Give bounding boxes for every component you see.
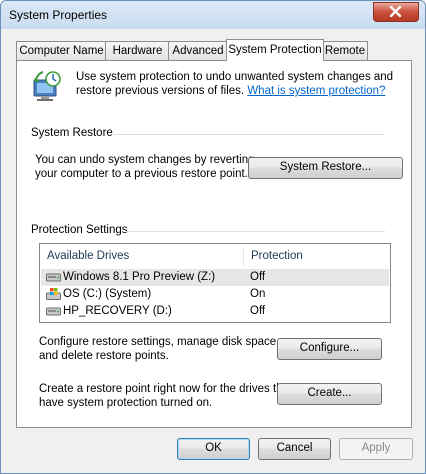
drive-name: HP_RECOVERY (D:) — [63, 305, 172, 317]
intro-text-line2-text: restore previous versions of files. — [76, 85, 245, 97]
create-button[interactable]: Create... — [277, 383, 382, 405]
tab-hardware[interactable]: Hardware — [105, 41, 170, 60]
drive-protection-status: On — [250, 288, 266, 300]
tab-advanced[interactable]: Advanced — [168, 41, 228, 60]
what-is-system-protection-link[interactable]: What is system protection? — [247, 85, 385, 97]
drive-row[interactable]: OS (C:) (System) On — [41, 286, 389, 303]
drive-protection-status: Off — [250, 305, 266, 317]
cancel-button[interactable]: Cancel — [258, 438, 331, 460]
drive-icon — [46, 307, 61, 316]
system-restore-desc-line2: your computer to a previous restore poin… — [35, 168, 248, 180]
title-bar[interactable]: System Properties — [1, 1, 425, 29]
protection-settings-heading: Protection Settings — [31, 224, 128, 236]
configure-desc-line2: and delete restore points. — [39, 350, 169, 362]
system-restore-desc-line1: You can undo system changes by reverting — [35, 154, 255, 166]
window-title: System Properties — [9, 8, 108, 22]
drive-row[interactable]: Windows 8.1 Pro Preview (Z:) Off — [41, 269, 389, 286]
tab-system-protection[interactable]: System Protection — [226, 39, 324, 61]
drive-icon — [46, 273, 61, 282]
drive-protection-status: Off — [250, 271, 266, 283]
tab-computer-name[interactable]: Computer Name — [16, 41, 107, 60]
protection-settings-divider — [126, 231, 385, 232]
configure-button[interactable]: Configure... — [277, 338, 382, 360]
system-protection-icon — [33, 71, 61, 101]
ok-button[interactable]: OK — [177, 438, 250, 460]
column-header-protection[interactable]: Protection — [244, 244, 391, 268]
intro-text-line2: restore previous versions of files. What… — [76, 85, 385, 97]
create-desc-line2: have system protection turned on. — [39, 397, 213, 409]
configure-desc-line1: Configure restore settings, manage disk … — [39, 336, 280, 348]
system-restore-heading: System Restore — [31, 127, 113, 139]
system-properties-window: System Properties Computer Name Hardware… — [0, 0, 426, 474]
tab-remote[interactable]: Remote — [322, 41, 368, 60]
system-restore-button[interactable]: System Restore... — [248, 157, 403, 179]
drive-row[interactable]: HP_RECOVERY (D:) Off — [41, 303, 389, 320]
create-desc-line1: Create a restore point right now for the… — [39, 383, 293, 395]
drives-list[interactable]: Available Drives Protection Windows 8.1 … — [39, 243, 391, 323]
intro-text-line1: Use system protection to undo unwanted s… — [76, 71, 394, 83]
system-drive-icon — [46, 288, 61, 300]
close-icon — [389, 6, 402, 17]
drive-name: Windows 8.1 Pro Preview (Z:) — [63, 271, 216, 283]
system-restore-divider — [113, 134, 385, 135]
column-header-available-drives[interactable]: Available Drives — [40, 244, 243, 268]
drive-name: OS (C:) (System) — [63, 288, 152, 300]
close-button[interactable] — [373, 2, 419, 22]
apply-button[interactable]: Apply — [339, 438, 413, 460]
